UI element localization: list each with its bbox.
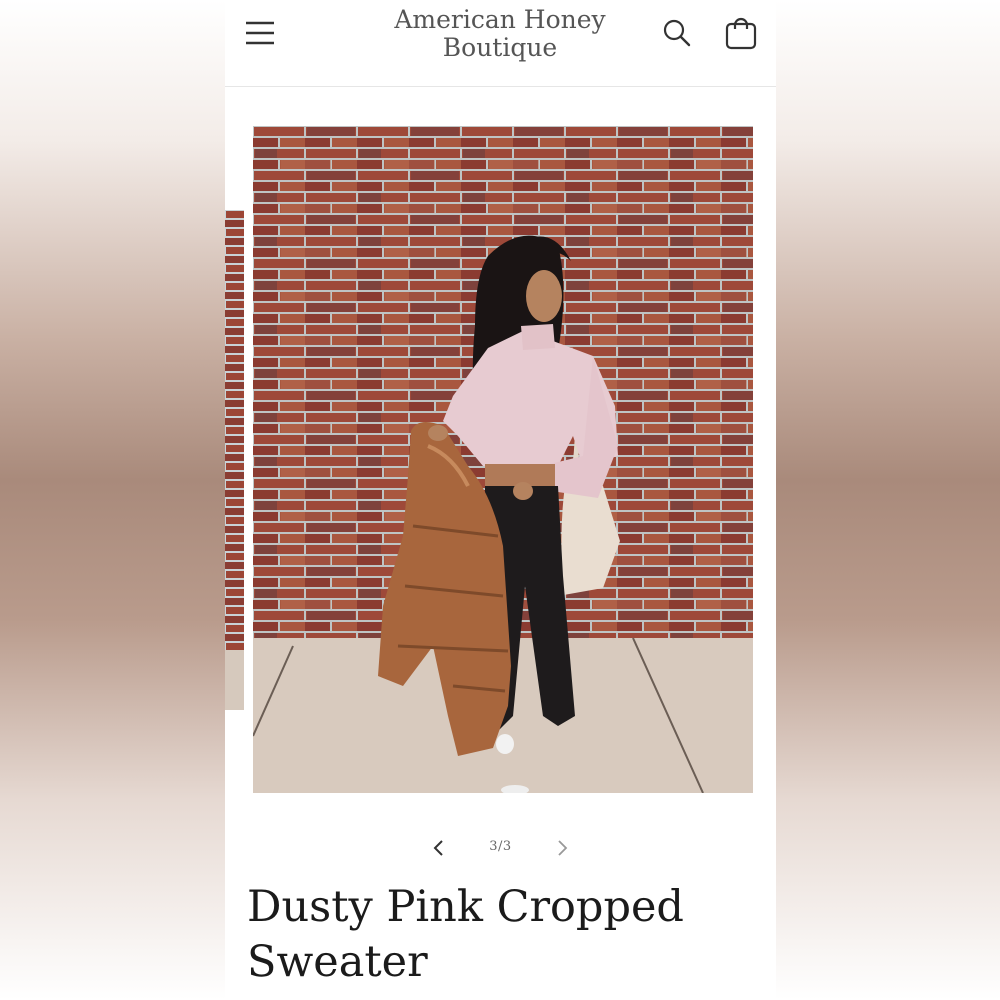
product-gallery[interactable] [225, 86, 776, 826]
brand-line-2: Boutique [442, 33, 558, 62]
gallery-pager: 3/3 [225, 830, 776, 866]
brand-line-1: American Honey [394, 5, 606, 34]
mobile-page: American Honey Boutique 3/3 Dusty Pink C… [225, 0, 776, 1000]
shopping-bag-icon[interactable] [724, 16, 758, 50]
hamburger-menu-icon[interactable] [243, 18, 277, 48]
slide-counter: 3/3 [489, 839, 512, 854]
product-photo[interactable] [253, 126, 753, 793]
chevron-right-icon[interactable] [550, 836, 574, 860]
previous-slide-peek[interactable] [225, 210, 244, 710]
site-header: American Honey Boutique [225, 0, 776, 87]
chevron-left-icon[interactable] [427, 836, 451, 860]
search-icon[interactable] [661, 17, 693, 49]
store-logo[interactable]: American Honey Boutique [365, 6, 635, 62]
product-title: Dusty Pink Cropped Sweater [247, 882, 684, 987]
